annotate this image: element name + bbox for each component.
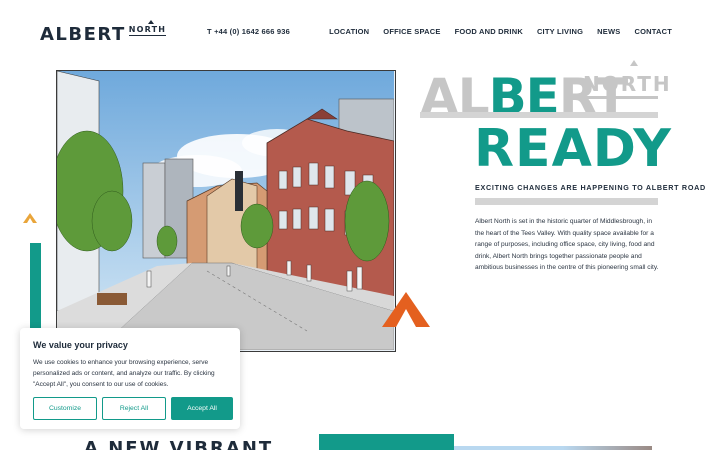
site-logo[interactable]: ALBERT NORTH <box>40 20 167 45</box>
grey-bar-decoration <box>420 112 658 118</box>
section-heading: A NEW VIBRANT <box>84 438 274 450</box>
hero-illustration <box>56 70 396 352</box>
section-image <box>454 446 652 450</box>
cookie-text: We use cookies to enhance your browsing … <box>33 359 215 388</box>
cookie-title: We value your privacy <box>33 340 128 350</box>
logo-wordmark: ALBERT <box>40 24 126 45</box>
main-nav: LOCATION OFFICE SPACE FOOD AND DRINK CIT… <box>329 27 672 36</box>
nav-location[interactable]: LOCATION <box>329 27 369 36</box>
hero-body-text: Albert North is set in the historic quar… <box>475 218 659 272</box>
teal-block-decoration <box>319 434 454 450</box>
logo-subword: NORTH <box>128 20 167 36</box>
hero-title-north: NORTH <box>583 72 672 96</box>
north-caret-icon <box>630 60 638 66</box>
orange-triangle-decoration <box>382 292 430 327</box>
nav-city-living[interactable]: CITY LIVING <box>537 27 583 36</box>
grey-bar-decoration-2 <box>475 198 658 205</box>
nav-news[interactable]: NEWS <box>597 27 620 36</box>
phone-number[interactable]: T +44 (0) 1642 666 936 <box>207 27 290 36</box>
street-scene-illustration <box>57 71 394 350</box>
reject-all-button[interactable]: Reject All <box>102 397 166 420</box>
nav-food-and-drink[interactable]: FOOD AND DRINK <box>455 27 523 36</box>
logo-caret-icon <box>147 20 154 24</box>
cookie-buttons: Customize Reject All Accept All <box>33 397 233 420</box>
customize-button[interactable]: Customize <box>33 397 97 420</box>
accept-all-button[interactable]: Accept All <box>171 397 233 420</box>
nav-office-space[interactable]: OFFICE SPACE <box>383 27 440 36</box>
yellow-triangle-decoration <box>23 213 37 223</box>
hero-title-ready: READY <box>474 119 672 179</box>
nav-contact[interactable]: CONTACT <box>634 27 672 36</box>
cookie-consent-banner: We value your privacy We use cookies to … <box>20 328 240 429</box>
hero-subheading: EXCITING CHANGES ARE HAPPENING TO ALBERT… <box>475 183 706 192</box>
logo-subword-text: NORTH <box>128 25 167 34</box>
north-underline <box>583 96 658 99</box>
